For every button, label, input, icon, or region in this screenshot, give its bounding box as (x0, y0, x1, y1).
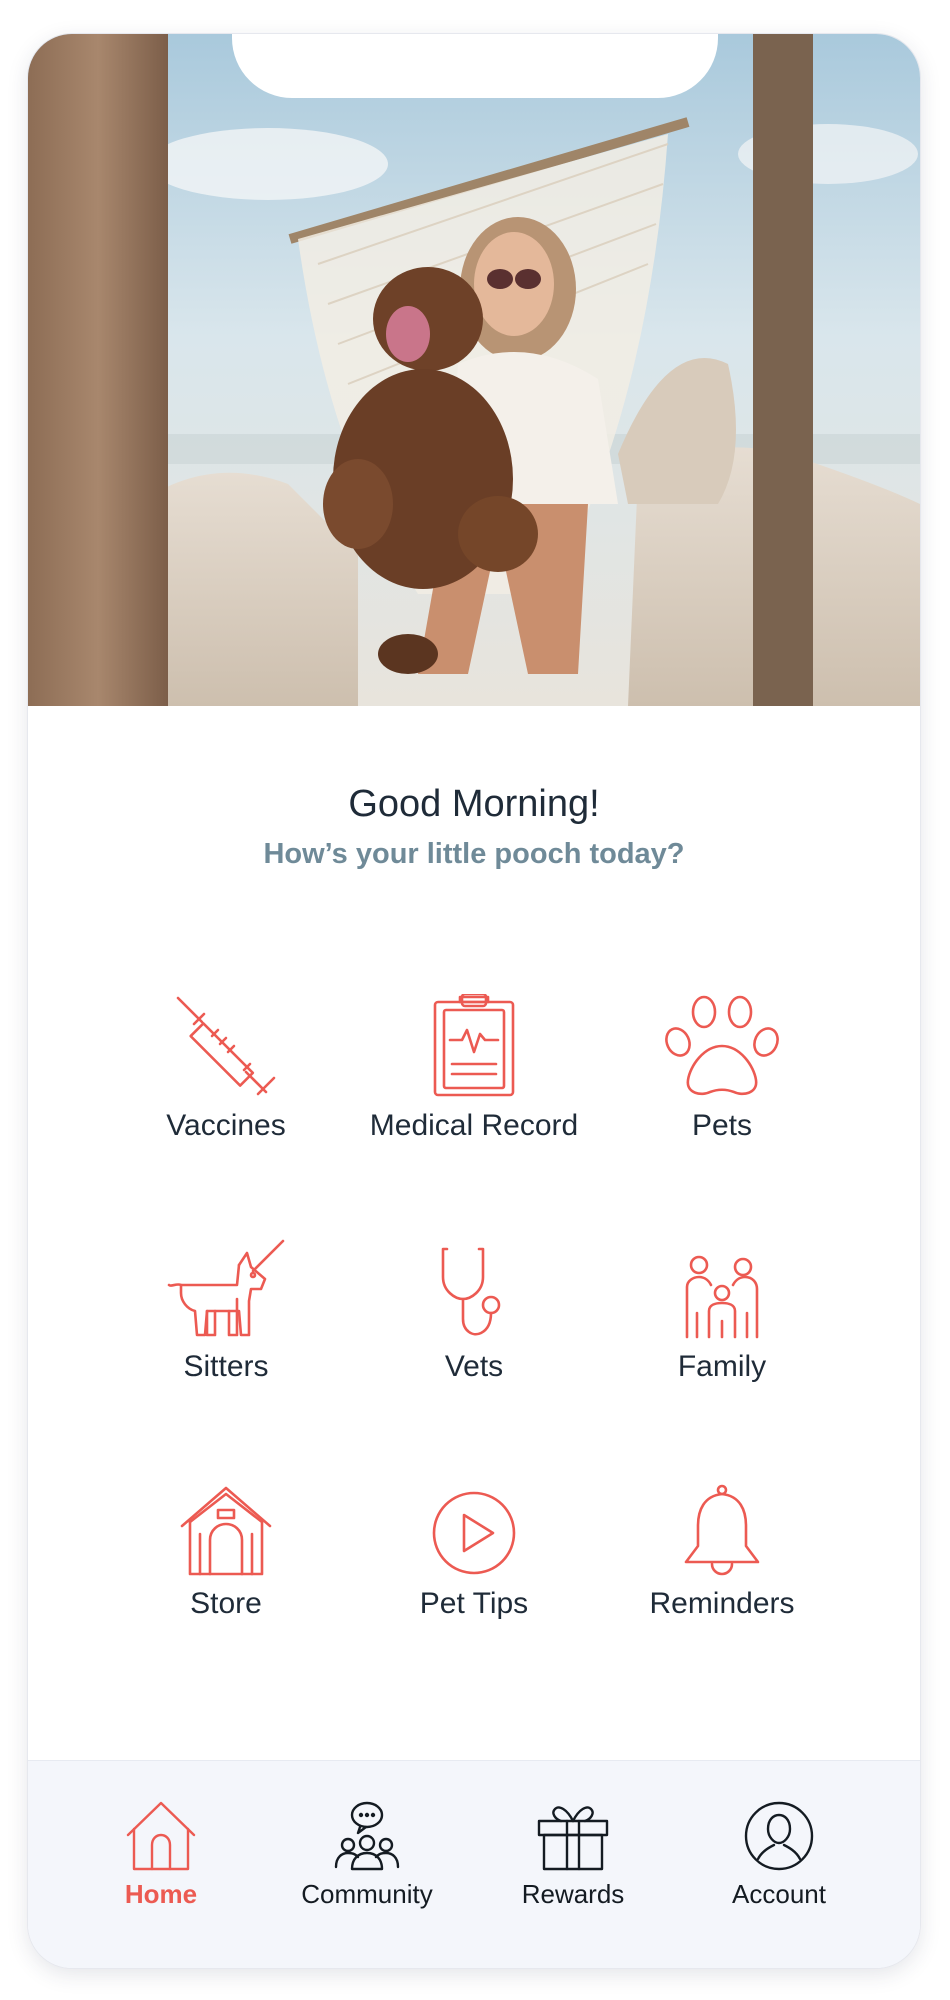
hero-photo (28, 34, 920, 706)
menu-label: Medical Record (369, 1109, 579, 1142)
tab-label: Rewards (521, 1879, 625, 1909)
menu-family[interactable]: Family (587, 1227, 857, 1397)
menu-pets[interactable]: Pets (587, 986, 857, 1156)
paw-icon (665, 995, 779, 1096)
tab-rewards[interactable]: Rewards (483, 1761, 663, 1931)
clipboard-icon (433, 994, 515, 1097)
greeting-title: Good Morning! (348, 783, 600, 825)
family-icon (685, 1255, 759, 1339)
menu-label: Reminders (649, 1587, 795, 1620)
bottom-tab-bar: Home Community Rewards Account (28, 1760, 920, 1968)
tab-label: Home (124, 1879, 198, 1909)
stethoscope-icon (441, 1247, 501, 1336)
dog-leash-icon (167, 1239, 285, 1337)
menu-label: Pet Tips (419, 1587, 529, 1620)
menu-label: Vets (444, 1350, 504, 1383)
home-icon (126, 1801, 196, 1871)
menu-label: Store (190, 1587, 262, 1620)
menu-pet-tips[interactable]: Pet Tips (339, 1464, 609, 1634)
menu-label: Vaccines (166, 1109, 286, 1142)
menu-medical-record[interactable]: Medical Record (339, 986, 609, 1156)
dog-house-icon (180, 1486, 272, 1576)
tab-label: Community (301, 1879, 433, 1909)
menu-label: Family (677, 1350, 767, 1383)
community-icon (334, 1801, 400, 1871)
menu-store[interactable]: Store (91, 1464, 361, 1634)
menu-vets[interactable]: Vets (339, 1227, 609, 1397)
play-icon (432, 1491, 516, 1575)
greeting-subtitle: How’s your little pooch today? (263, 838, 685, 870)
tab-home[interactable]: Home (71, 1761, 251, 1931)
phone-screen: Good Morning! How’s your little pooch to… (28, 34, 920, 1968)
device-notch (232, 34, 718, 98)
menu-vaccines[interactable]: Vaccines (91, 986, 361, 1156)
account-icon (744, 1801, 814, 1871)
tab-account[interactable]: Account (689, 1761, 869, 1931)
gift-icon (537, 1806, 609, 1871)
menu-sitters[interactable]: Sitters (91, 1227, 361, 1397)
menu-reminders[interactable]: Reminders (587, 1464, 857, 1634)
hero-illustration (28, 34, 920, 706)
greeting: Good Morning! How’s your little pooch to… (28, 782, 920, 872)
bell-icon (684, 1484, 760, 1576)
tab-label: Account (732, 1879, 826, 1909)
menu-label: Sitters (183, 1350, 269, 1383)
tab-community[interactable]: Community (277, 1761, 457, 1931)
syringe-icon (176, 996, 276, 1096)
menu-label: Pets (691, 1109, 753, 1142)
